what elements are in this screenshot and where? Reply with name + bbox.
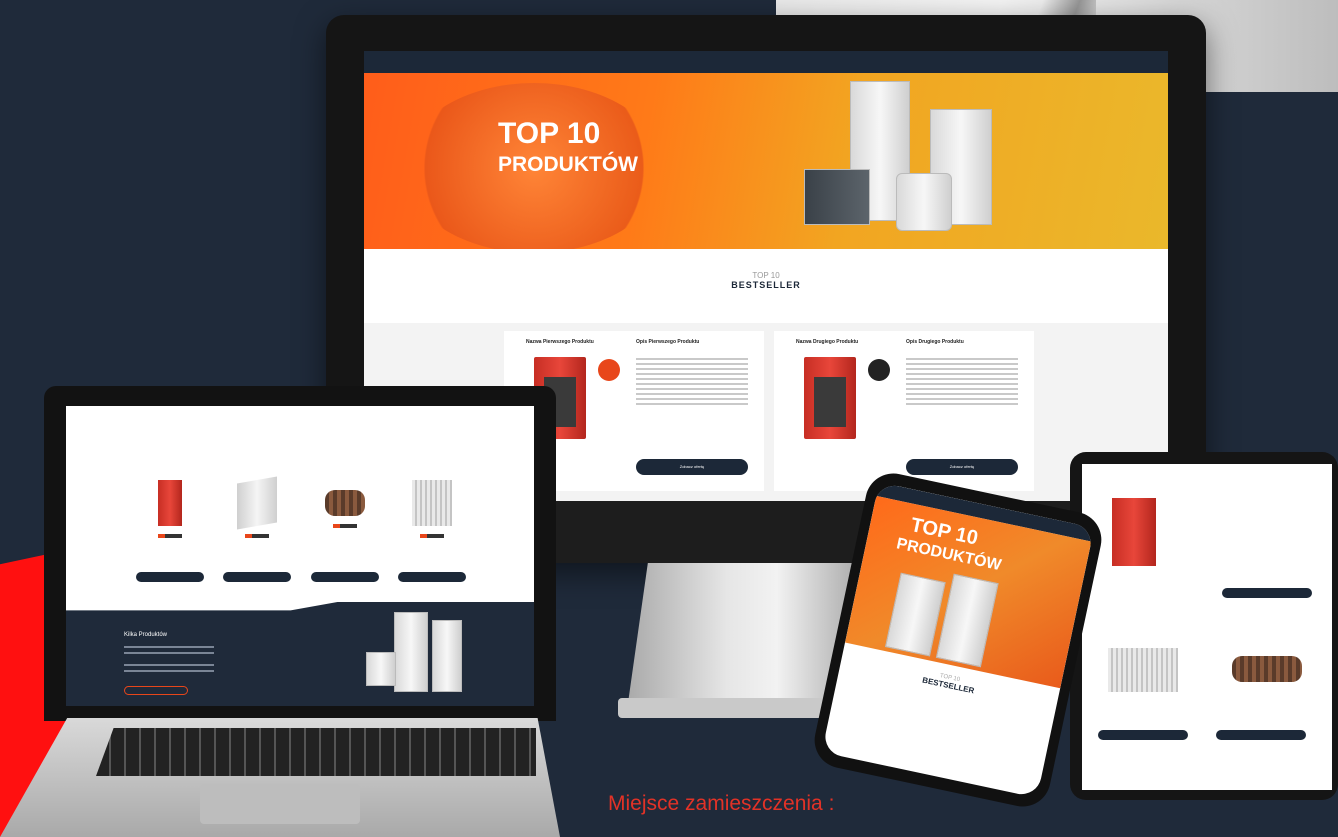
price-badge — [868, 359, 890, 381]
laptop-product — [310, 472, 379, 592]
heating-mat-image — [1232, 656, 1302, 682]
ac-condenser-image — [896, 173, 952, 231]
laptop-screen: Kilka Produktów — [66, 406, 534, 706]
see-offer-button[interactable] — [223, 572, 292, 582]
indoor-unit-image — [366, 652, 396, 686]
heat-pump-image — [432, 620, 462, 692]
product-desc-title: Opis Pierwszego Produktu — [636, 339, 700, 345]
brand-logo — [158, 534, 182, 538]
heat-pump-image — [935, 573, 999, 668]
band-text-line — [124, 646, 214, 648]
product-desc-title: Opis Drugiego Produktu — [906, 339, 964, 345]
product-description — [906, 355, 1018, 408]
laptop-trackpad — [200, 784, 360, 824]
laptop-product — [223, 472, 292, 592]
see-offer-button[interactable] — [310, 572, 379, 582]
tablet — [1070, 452, 1338, 800]
brand-logo — [245, 534, 270, 538]
panel-radiator-image — [411, 480, 452, 526]
hero-title-top: TOP 10 — [498, 117, 601, 150]
boiler-image — [804, 357, 856, 439]
see-offer-button[interactable] — [397, 572, 466, 582]
panel-radiator-image — [1108, 648, 1178, 692]
bestseller-small-label: TOP 10 — [752, 271, 780, 280]
band-heading: Kilka Produktów — [124, 632, 168, 638]
laptop: Kilka Produktów — [44, 386, 556, 721]
monitor-hero-banner: TOP 10 PRODUKTÓW — [364, 73, 1168, 249]
monitor-navbar — [364, 51, 1168, 73]
product-name: Nazwa Drugiego Produktu — [796, 339, 859, 345]
brand-logo — [332, 524, 357, 528]
brand-logo — [419, 534, 444, 538]
phone-screen: TOP 10 PRODUKTÓW TOP 10 BESTSELLER — [821, 482, 1095, 798]
product-name: Nazwa Pierwszego Produktu — [526, 339, 594, 345]
bestseller-heading: TOP 10 BESTSELLER — [364, 249, 1168, 323]
bestseller-title: BESTSELLER — [731, 280, 801, 290]
heat-pump-image — [884, 572, 946, 657]
tablet-screen — [1082, 464, 1332, 790]
heat-pump-image — [394, 612, 428, 692]
laptop-product — [136, 472, 204, 592]
product-description — [636, 355, 748, 408]
laptop-dark-band: Kilka Produktów — [66, 602, 534, 706]
radiator-image — [237, 476, 278, 530]
laptop-keyboard — [96, 728, 536, 776]
product-card: Nazwa Drugiego Produktu Opis Drugiego Pr… — [774, 331, 1034, 491]
placement-caption: Miejsce zamieszczenia : — [608, 792, 835, 815]
boiler-image — [158, 480, 182, 526]
see-offer-button[interactable]: Zobacz ofertę — [636, 459, 748, 475]
band-text-line — [124, 664, 214, 666]
see-offer-button[interactable] — [1222, 588, 1312, 598]
band-cta-button[interactable] — [124, 686, 188, 695]
price-badge — [598, 359, 620, 381]
heating-mat-image — [324, 490, 365, 516]
see-offer-button[interactable] — [1216, 730, 1306, 740]
see-offer-button[interactable] — [1098, 730, 1188, 740]
band-text-line — [124, 652, 214, 654]
laptop-product-row — [136, 472, 466, 592]
see-offer-button[interactable] — [136, 572, 204, 582]
hero-title-bottom: PRODUKTÓW — [498, 153, 638, 176]
band-text-line — [124, 670, 214, 672]
laptop-product — [397, 472, 466, 592]
see-offer-button[interactable]: Zobacz ofertę — [906, 459, 1018, 475]
boiler-image — [1112, 498, 1156, 566]
heat-pump-outdoor-image — [804, 169, 870, 225]
